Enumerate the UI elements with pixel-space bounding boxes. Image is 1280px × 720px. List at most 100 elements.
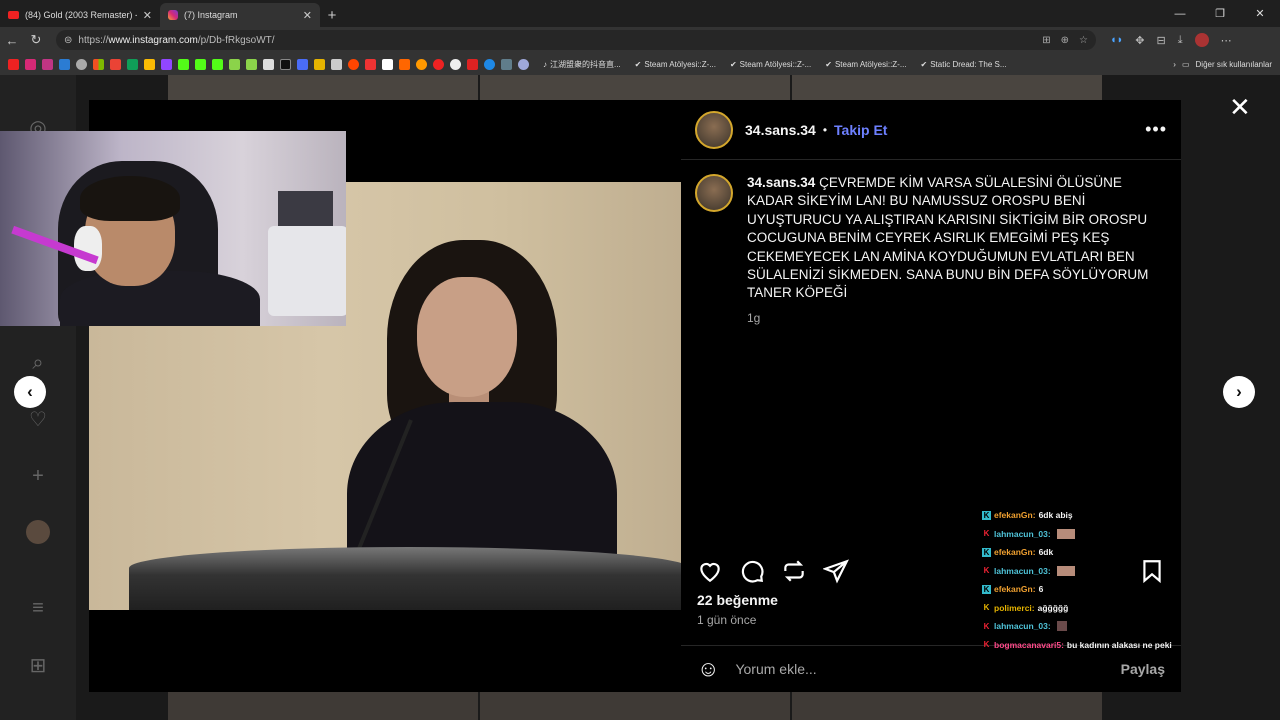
share-send-icon[interactable] (823, 558, 849, 584)
steam-icon: ✔ (729, 59, 737, 69)
bookmark-link[interactable]: ♪ 江湖盟衆的抖音直... (543, 59, 621, 70)
instagram-bookmark-icon[interactable] (42, 58, 53, 70)
extensions-puzzle-icon[interactable]: ✥ (1135, 34, 1144, 47)
bookmark-link[interactable]: ✔ Static Dread: The S... (921, 60, 1007, 69)
new-tab-button[interactable]: + (320, 3, 344, 27)
close-icon[interactable]: ✕ (1229, 92, 1251, 123)
outlook-bookmark-icon[interactable] (59, 58, 70, 70)
bookmark-icon[interactable] (501, 58, 512, 70)
download-icon[interactable]: ⤓ (1178, 34, 1183, 47)
webcam-person-body (60, 271, 260, 326)
address-toolbar: ← ↻ ⊜ https://www.instagram.com/p/Db-fRk… (0, 27, 1280, 53)
comment-icon[interactable] (739, 558, 765, 584)
bookmark-icon[interactable] (365, 58, 376, 70)
apps-grid-icon[interactable]: ⊞ (26, 653, 50, 677)
next-post-button[interactable]: › (1223, 376, 1255, 408)
folder-icon: ▭ (1181, 59, 1190, 69)
bookmark-link[interactable]: ✔ Steam Atölyesi::Z-... (730, 60, 811, 69)
favorite-star-icon[interactable]: ☆ (1079, 35, 1088, 46)
kick-bookmark-icon[interactable] (212, 58, 223, 70)
bookmark-icon[interactable] (467, 58, 478, 70)
site-info-icon[interactable]: ⊜ (64, 35, 72, 46)
bookmark-link[interactable]: ✔ Steam Atölyesi::Z-... (825, 60, 906, 69)
profile-avatar[interactable] (1194, 33, 1209, 47)
microsoft-bookmark-icon[interactable] (93, 58, 104, 70)
close-tab-icon[interactable]: ✕ (303, 9, 312, 22)
kick-bookmark-icon[interactable] (178, 58, 189, 70)
reload-icon[interactable]: ↻ (24, 32, 48, 48)
stream-chat-overlay: KefekanGn: 6dk abiş Klahmacun_03: Kefekan… (982, 506, 1242, 654)
collections-icon[interactable]: ⊟ (1157, 34, 1166, 47)
username[interactable]: 34.sans.34 (745, 122, 816, 138)
tab-youtube[interactable]: (84) Gold (2003 Remaster) - YouTube ✕ (0, 3, 160, 27)
patreon-bookmark-icon[interactable] (382, 58, 393, 70)
bookmark-link[interactable]: ✔ Steam Atölyesi::Z-... (635, 60, 716, 69)
bookmark-icon[interactable] (450, 58, 461, 70)
likes-count[interactable]: 22 beğenme (697, 592, 778, 608)
anchor-bookmark-icon[interactable] (263, 58, 274, 70)
bookmark-icon[interactable] (297, 58, 308, 70)
chat-message: Kbogmacanavari5: bu kadının alakası ne pe… (983, 639, 1172, 650)
back-icon[interactable]: ← (0, 33, 24, 48)
bookmark-icon[interactable] (484, 58, 495, 70)
gmail-bookmark-icon[interactable] (110, 58, 121, 70)
chat-message: Klahmacun_03: (982, 562, 1242, 581)
minimize-icon[interactable]: — (1160, 0, 1200, 27)
apps-icon[interactable]: ⊞ (1042, 35, 1050, 46)
profile-avatar[interactable] (26, 520, 50, 544)
restore-icon[interactable]: ❐ (1200, 0, 1240, 27)
bookmark-icon[interactable] (314, 58, 325, 70)
tiktok-icon: ♪ (543, 59, 547, 69)
create-plus-icon[interactable]: + (26, 464, 50, 488)
bookmark-icon[interactable] (399, 58, 410, 70)
close-tab-icon[interactable]: ✕ (143, 9, 152, 22)
youtube-bookmark-icon[interactable] (8, 58, 19, 70)
caption-avatar[interactable] (695, 174, 733, 212)
close-window-icon[interactable]: ✕ (1240, 0, 1280, 27)
bookmark-icon[interactable] (518, 58, 529, 70)
chat-badge-icon: K (983, 621, 990, 631)
photos-bookmark-icon[interactable] (144, 58, 155, 70)
bookmark-icon[interactable] (229, 58, 240, 70)
repost-icon[interactable] (781, 558, 807, 584)
instagram-bookmark-icon[interactable] (25, 58, 36, 70)
x-bookmark-icon[interactable] (280, 58, 291, 70)
follow-button[interactable]: Takip Et (834, 122, 887, 138)
bookmark-icon[interactable] (246, 58, 257, 70)
comment-input[interactable]: Yorum ekle... (735, 661, 1104, 677)
instagram-icon (168, 10, 178, 20)
drive-bookmark-icon[interactable] (127, 58, 138, 70)
bookmark-icon[interactable] (331, 58, 342, 70)
globe-bookmark-icon[interactable] (76, 58, 87, 70)
background-thumbnail (480, 75, 790, 100)
user-avatar[interactable] (695, 110, 733, 149)
bookmark-icon[interactable] (433, 58, 444, 70)
extension-icon[interactable]: ◖◗ (1110, 34, 1123, 46)
search-icon[interactable]: ⌕ (26, 351, 50, 375)
background-thumbnail (168, 75, 478, 100)
emoji-icon[interactable]: ☺ (697, 656, 719, 682)
tab-instagram[interactable]: (7) Instagram ✕ (160, 3, 320, 27)
more-options-icon[interactable]: ••• (1145, 119, 1167, 140)
kick-bookmark-icon[interactable] (195, 58, 206, 70)
like-heart-icon[interactable] (697, 558, 723, 584)
chat-message: Klahmacun_03: (982, 617, 1242, 636)
post-comment-button[interactable]: Paylaş (1121, 661, 1165, 677)
tab-label: (84) Gold (2003 Remaster) - YouTube (25, 10, 137, 20)
chat-message: Klahmacun_03: (982, 525, 1242, 544)
zoom-icon[interactable]: ⊕ (1061, 35, 1069, 46)
notifications-heart-icon[interactable]: ♡ (26, 407, 50, 431)
other-bookmarks[interactable]: › ▭ Diğer sık kullanılanlar (1173, 60, 1272, 69)
url-field[interactable]: ⊜ https://www.instagram.com/p/Db-fRkgsoW… (56, 30, 1096, 50)
twitch-bookmark-icon[interactable] (161, 58, 172, 70)
menu-icon[interactable]: ≡ (26, 596, 50, 620)
background-thumbnail (480, 692, 790, 720)
chat-message: KefekanGn: 6dk (982, 547, 1054, 558)
bookmark-icon[interactable] (416, 58, 427, 70)
caption-username[interactable]: 34.sans.34 (747, 175, 815, 190)
previous-post-button[interactable]: ‹ (14, 376, 46, 408)
reddit-bookmark-icon[interactable] (348, 58, 359, 70)
background-thumbnail (792, 692, 1102, 720)
menu-dots-icon[interactable]: ⋯ (1221, 34, 1232, 47)
background-thumbnail (168, 692, 478, 720)
